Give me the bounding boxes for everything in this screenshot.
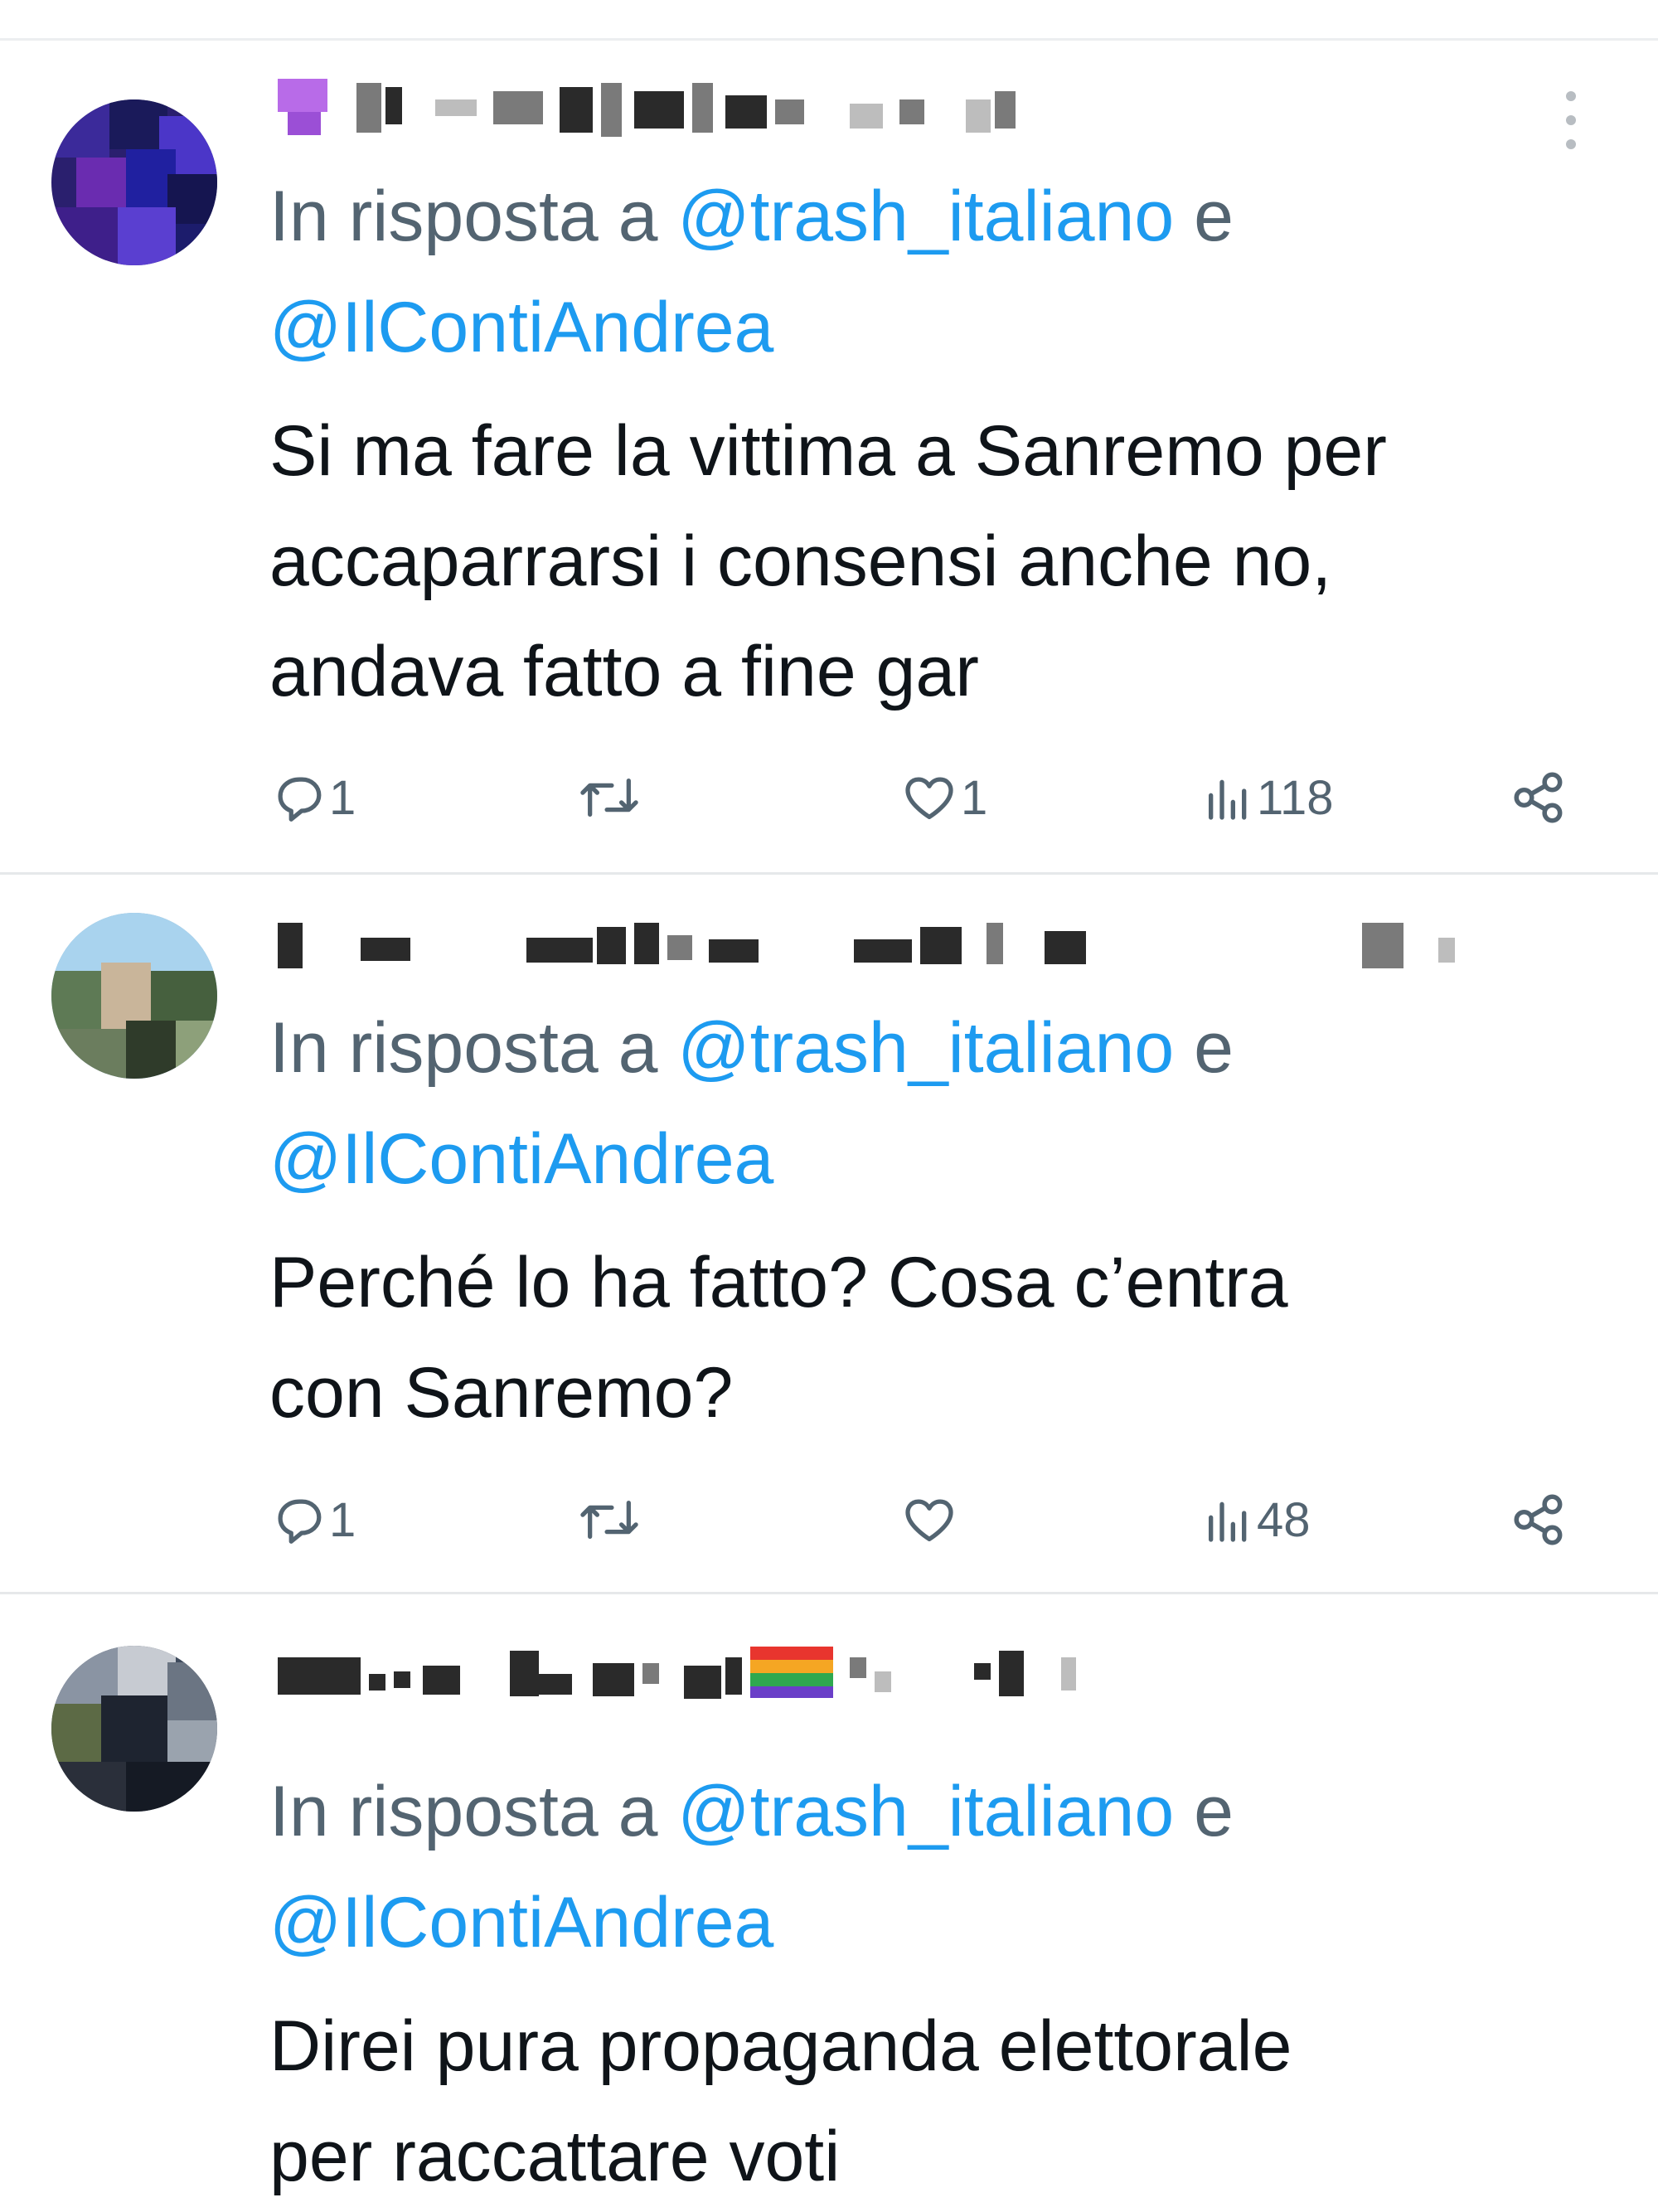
mention-ilcontiandrea[interactable]: @IlContiAndrea	[269, 1119, 773, 1199]
tweet-text: Perché lo ha fatto? Cosa c’entra con San…	[269, 1243, 1288, 1433]
mention-trash-italiano[interactable]: @trash_italiano	[677, 1008, 1174, 1088]
views-count: 118	[1257, 770, 1334, 825]
avatar[interactable]	[51, 99, 217, 265]
views-button[interactable]: 48	[1202, 1487, 1311, 1553]
like-button[interactable]	[899, 1487, 961, 1553]
mention-ilcontiandrea[interactable]: @IlContiAndrea	[269, 1883, 773, 1962]
reply-icon	[278, 1499, 322, 1544]
share-icon	[1514, 1494, 1563, 1545]
share-icon	[1514, 772, 1563, 823]
like-count: 1	[961, 770, 988, 825]
tweet-2[interactable]: In risposta a @trash_italiano e @IlContiA…	[0, 875, 1658, 1592]
reply-conjunction: e	[1174, 1008, 1234, 1088]
retweet-button[interactable]	[576, 1487, 644, 1553]
avatar[interactable]	[51, 1646, 217, 1812]
display-name-redacted[interactable]	[269, 79, 1596, 145]
reply-count: 1	[329, 770, 356, 825]
reply-icon	[278, 777, 322, 822]
mention-trash-italiano[interactable]: @trash_italiano	[677, 1772, 1174, 1851]
reply-context: In risposta a @trash_italiano e @IlContiA…	[269, 1756, 1612, 1978]
tweet-3[interactable]: In risposta a @trash_italiano e @IlContiA…	[0, 1594, 1658, 2196]
like-icon	[905, 1499, 953, 1541]
display-name-redacted[interactable]	[269, 914, 1596, 981]
reply-context: In risposta a @trash_italiano e @IlContiA…	[269, 992, 1612, 1215]
mention-ilcontiandrea[interactable]: @IlContiAndrea	[269, 288, 773, 367]
share-button[interactable]	[1509, 764, 1570, 831]
action-bar: 1 48	[269, 1487, 1596, 1553]
views-button[interactable]: 118	[1202, 764, 1333, 831]
share-button[interactable]	[1509, 1487, 1570, 1553]
tweet-text: Direi pura propaganda elettorale per rac…	[269, 2006, 1292, 2196]
like-button[interactable]: 1	[899, 764, 987, 831]
display-name-redacted[interactable]	[269, 1642, 1596, 1709]
tweet-text: Si ma fare la vittima a Sanremo per acca…	[269, 411, 1387, 711]
mention-trash-italiano[interactable]: @trash_italiano	[677, 177, 1174, 256]
reply-count: 1	[329, 1492, 356, 1547]
reply-conjunction: e	[1174, 177, 1234, 256]
reply-context: In risposta a @trash_italiano e @IlContiA…	[269, 161, 1612, 383]
tweet-1[interactable]: In risposta a @trash_italiano e @IlContiA…	[0, 0, 1658, 872]
views-count: 48	[1257, 1492, 1311, 1547]
views-icon	[1209, 779, 1247, 820]
action-bar: 1 1 118	[269, 764, 1596, 831]
views-icon	[1209, 1501, 1247, 1542]
reply-prefix: In risposta a	[269, 177, 678, 256]
retweet-button[interactable]	[576, 764, 644, 831]
reply-prefix: In risposta a	[269, 1008, 678, 1088]
more-icon[interactable]	[1559, 91, 1583, 149]
reply-button[interactable]: 1	[269, 764, 356, 831]
like-icon	[905, 777, 953, 819]
avatar[interactable]	[51, 913, 217, 1079]
reply-conjunction: e	[1174, 1772, 1234, 1851]
reply-prefix: In risposta a	[269, 1772, 678, 1851]
retweet-icon	[580, 1500, 638, 1540]
retweet-icon	[580, 778, 638, 817]
reply-button[interactable]: 1	[269, 1487, 356, 1553]
